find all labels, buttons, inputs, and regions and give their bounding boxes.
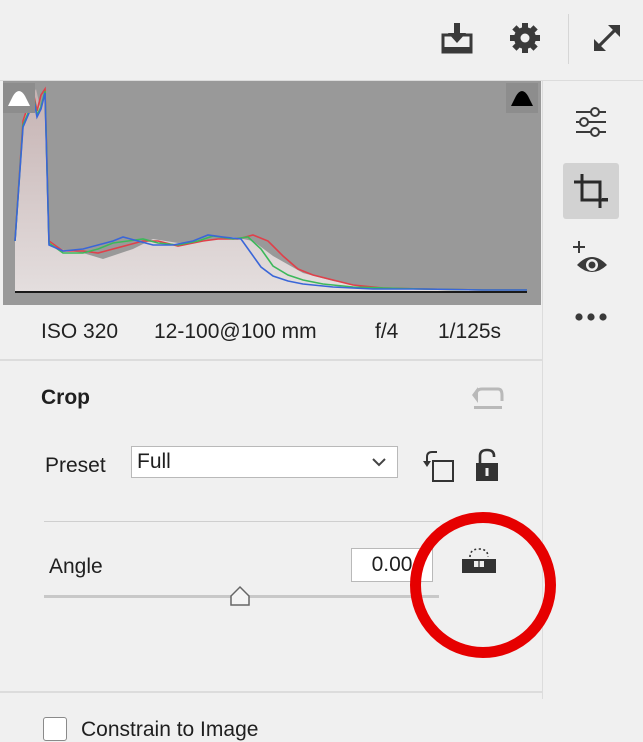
expand-icon[interactable] [587, 18, 627, 58]
histogram-plot [14, 86, 527, 293]
highlight-clipping-icon[interactable] [506, 83, 538, 113]
chevron-down-icon [371, 451, 387, 482]
aperture-value: f/4 [375, 320, 399, 343]
preset-select[interactable]: Full [131, 446, 398, 478]
shutter-value: 1/125s [438, 320, 502, 343]
angle-label: Angle [49, 555, 103, 578]
lens-value: 12-100@100 mm [154, 320, 317, 343]
toolbar-divider [568, 14, 569, 64]
histogram [3, 81, 541, 305]
preset-value: Full [137, 450, 171, 473]
more-icon[interactable] [563, 289, 619, 345]
crop-icon[interactable] [563, 163, 619, 219]
crop-section: Crop Preset Full Angle 0.00 Constrain to… [0, 361, 542, 741]
rotate-crop-icon[interactable] [421, 449, 457, 483]
right-tool-rail [542, 81, 643, 699]
gear-icon[interactable] [505, 18, 545, 58]
constrain-checkbox[interactable] [43, 717, 67, 741]
section-divider [44, 521, 440, 522]
edit-panel: ISO 320 12-100@100 mm f/4 1/125s Crop Pr… [0, 81, 542, 741]
angle-slider-thumb[interactable] [229, 585, 251, 607]
unlock-icon[interactable] [474, 447, 500, 483]
exif-info: ISO 320 12-100@100 mm f/4 1/125s [0, 305, 542, 361]
preset-label: Preset [45, 454, 106, 477]
constrain-label: Constrain to Image [81, 718, 259, 741]
angle-input[interactable]: 0.00 [351, 548, 433, 582]
iso-value: ISO 320 [41, 320, 119, 343]
download-icon[interactable] [437, 18, 477, 58]
edit-sliders-icon[interactable] [563, 94, 619, 150]
red-eye-icon[interactable] [563, 231, 619, 287]
top-toolbar [0, 0, 643, 81]
straighten-level-icon[interactable] [460, 547, 498, 577]
reset-icon[interactable] [470, 383, 506, 413]
shadow-clipping-icon[interactable] [3, 83, 35, 113]
crop-title: Crop [41, 386, 90, 409]
panel-bottom-divider [0, 691, 542, 693]
